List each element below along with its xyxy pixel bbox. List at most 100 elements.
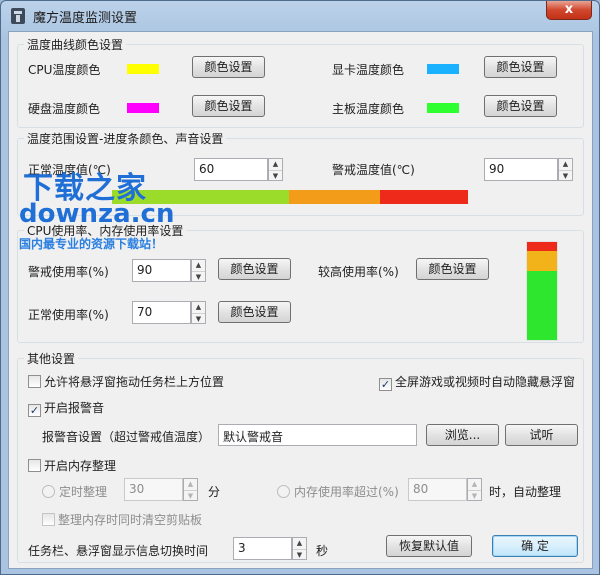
usage-bar-normal-segment bbox=[527, 271, 557, 340]
switch-interval-stepper[interactable]: 3 ▲ ▼ bbox=[233, 537, 308, 560]
mem-clean-label: 开启内存整理 bbox=[44, 459, 117, 473]
warn-temp-stepper[interactable]: 90 ▲ ▼ bbox=[484, 158, 574, 181]
close-button[interactable]: x bbox=[546, 1, 592, 20]
clear-clipboard-checkbox[interactable]: 整理内存时同时清空剪贴板 bbox=[42, 511, 202, 528]
warn-temp-spin-arrows[interactable]: ▲ ▼ bbox=[558, 158, 573, 181]
normal-usage-stepper[interactable]: 70 ▲ ▼ bbox=[132, 301, 207, 324]
allow-drag-checkbox-box[interactable] bbox=[28, 375, 41, 388]
usage-group-title: CPU使用率、内存使用率设置 bbox=[24, 222, 187, 239]
timed-clean-radio[interactable]: 定时整理 bbox=[42, 483, 107, 500]
spin-up-icon[interactable]: ▲ bbox=[184, 479, 197, 490]
disk-temp-color-label: 硬盘温度颜色 bbox=[28, 102, 101, 116]
close-icon: x bbox=[564, 2, 574, 17]
fullscreen-hide-checkbox[interactable]: ✓ 全屏游戏或视频时自动隐藏悬浮窗 bbox=[379, 373, 575, 391]
allow-drag-checkbox[interactable]: 允许将悬浮窗拖动任务栏上方位置 bbox=[28, 373, 224, 390]
switch-interval-label: 任务栏、悬浮窗显示信息切换时间 bbox=[28, 544, 209, 558]
high-usage-label: 较高使用率(%) bbox=[318, 265, 399, 279]
timed-clean-stepper[interactable]: 30 ▲ ▼ bbox=[124, 478, 199, 501]
warn-usage-input[interactable]: 90 bbox=[132, 259, 191, 282]
mem-over-radio-circle[interactable] bbox=[277, 485, 290, 498]
warn-usage-spin-arrows[interactable]: ▲ ▼ bbox=[191, 259, 206, 282]
normal-temp-stepper[interactable]: 60 ▲ ▼ bbox=[194, 158, 284, 181]
temp-range-group: 温度范围设置-进度条颜色、声音设置 正常温度值(℃) 60 ▲ ▼ 警戒温度值(… bbox=[17, 130, 584, 216]
normal-usage-color-button[interactable]: 颜色设置 bbox=[218, 301, 291, 323]
normal-temp-label: 正常温度值(℃) bbox=[28, 163, 111, 177]
disk-temp-color-button[interactable]: 颜色设置 bbox=[192, 95, 265, 117]
clear-clipboard-checkbox-box[interactable] bbox=[42, 513, 55, 526]
alarm-setting-label: 报警音设置（超过警戒值温度） bbox=[42, 430, 211, 444]
usage-color-bar bbox=[526, 241, 558, 341]
gpu-temp-color-button[interactable]: 颜色设置 bbox=[484, 56, 557, 78]
spin-up-icon[interactable]: ▲ bbox=[192, 260, 205, 271]
timed-clean-input[interactable]: 30 bbox=[124, 478, 183, 501]
board-temp-color-swatch bbox=[427, 103, 459, 113]
normal-temp-spin-arrows[interactable]: ▲ ▼ bbox=[268, 158, 283, 181]
ok-button[interactable]: 确 定 bbox=[492, 535, 578, 557]
alarm-checkbox-box[interactable]: ✓ bbox=[28, 404, 41, 417]
temp-bar-warn-segment bbox=[380, 190, 468, 204]
browse-button[interactable]: 浏览... bbox=[426, 424, 499, 446]
dialog-body: 温度曲线颜色设置 CPU温度颜色 颜色设置 显卡温度颜色 颜色设置 硬盘温度颜色… bbox=[8, 31, 593, 569]
usage-bar-warn-segment bbox=[527, 242, 557, 251]
timed-clean-spin-arrows[interactable]: ▲ ▼ bbox=[183, 478, 198, 501]
cpu-temp-color-label: CPU温度颜色 bbox=[28, 63, 101, 77]
timed-clean-label: 定时整理 bbox=[59, 485, 108, 499]
fullscreen-hide-checkbox-box[interactable]: ✓ bbox=[379, 378, 392, 391]
mem-over-label: 内存使用率超过(%) bbox=[294, 485, 399, 499]
spin-up-icon[interactable]: ▲ bbox=[559, 159, 572, 170]
disk-temp-color-swatch bbox=[127, 103, 159, 113]
spin-down-icon[interactable]: ▼ bbox=[192, 313, 205, 324]
spin-down-icon[interactable]: ▼ bbox=[184, 490, 197, 501]
normal-usage-input[interactable]: 70 bbox=[132, 301, 191, 324]
normal-temp-input[interactable]: 60 bbox=[194, 158, 268, 181]
other-settings-group: 其他设置 允许将悬浮窗拖动任务栏上方位置 ✓ 全屏游戏或视频时自动隐藏悬浮窗 ✓ 开… bbox=[17, 350, 584, 563]
mem-over-radio[interactable]: 内存使用率超过(%) bbox=[277, 483, 399, 500]
curve-color-group-title: 温度曲线颜色设置 bbox=[24, 36, 127, 53]
spin-down-icon[interactable]: ▼ bbox=[192, 271, 205, 282]
spin-up-icon[interactable]: ▲ bbox=[293, 538, 306, 549]
cpu-temp-color-button[interactable]: 颜色设置 bbox=[192, 56, 265, 78]
fullscreen-hide-label: 全屏游戏或视频时自动隐藏悬浮窗 bbox=[395, 375, 576, 389]
temp-range-group-title: 温度范围设置-进度条颜色、声音设置 bbox=[24, 130, 227, 147]
alarm-sound-input[interactable]: 默认警戒音 bbox=[218, 424, 417, 446]
restore-defaults-button[interactable]: 恢复默认值 bbox=[386, 535, 472, 557]
mem-over-input[interactable]: 80 bbox=[408, 478, 467, 501]
board-temp-color-button[interactable]: 颜色设置 bbox=[484, 95, 557, 117]
switch-interval-spin-arrows[interactable]: ▲ ▼ bbox=[292, 537, 307, 560]
spin-down-icon[interactable]: ▼ bbox=[293, 549, 306, 560]
minutes-unit-label: 分 bbox=[208, 485, 221, 499]
board-temp-color-label: 主板温度颜色 bbox=[332, 102, 405, 116]
warn-usage-stepper[interactable]: 90 ▲ ▼ bbox=[132, 259, 207, 282]
warn-usage-color-button[interactable]: 颜色设置 bbox=[218, 258, 291, 280]
settings-window: 魔方温度监测设置 x 温度曲线颜色设置 CPU温度颜色 颜色设置 显卡温度颜色 … bbox=[0, 0, 600, 575]
spin-up-icon[interactable]: ▲ bbox=[269, 159, 282, 170]
high-usage-color-button[interactable]: 颜色设置 bbox=[416, 258, 489, 280]
allow-drag-label: 允许将悬浮窗拖动任务栏上方位置 bbox=[44, 375, 225, 389]
auto-clean-suffix-label: 时，自动整理 bbox=[489, 485, 562, 499]
warn-temp-input[interactable]: 90 bbox=[484, 158, 558, 181]
timed-clean-radio-circle[interactable] bbox=[42, 485, 55, 498]
warn-temp-label: 警戒温度值(℃) bbox=[332, 163, 415, 177]
test-sound-button[interactable]: 试听 bbox=[505, 424, 578, 446]
mem-over-stepper[interactable]: 80 ▲ ▼ bbox=[408, 478, 483, 501]
other-settings-group-title: 其他设置 bbox=[24, 350, 79, 367]
spin-up-icon[interactable]: ▲ bbox=[192, 302, 205, 313]
alarm-checkbox[interactable]: ✓ 开启报警音 bbox=[28, 399, 104, 417]
title-bar[interactable]: 魔方温度监测设置 x bbox=[1, 1, 599, 31]
spin-up-icon[interactable]: ▲ bbox=[468, 479, 481, 490]
temp-bar-normal-segment bbox=[112, 190, 289, 204]
window-title: 魔方温度监测设置 bbox=[33, 11, 138, 26]
gpu-temp-color-label: 显卡温度颜色 bbox=[332, 63, 405, 77]
seconds-unit-label: 秒 bbox=[316, 544, 329, 558]
spin-down-icon[interactable]: ▼ bbox=[559, 170, 572, 181]
switch-interval-input[interactable]: 3 bbox=[233, 537, 292, 560]
spin-down-icon[interactable]: ▼ bbox=[269, 170, 282, 181]
mem-clean-checkbox-box[interactable] bbox=[28, 459, 41, 472]
mem-clean-checkbox[interactable]: 开启内存整理 bbox=[28, 457, 116, 474]
app-icon bbox=[11, 8, 25, 24]
usage-bar-high-segment bbox=[527, 251, 557, 271]
normal-usage-spin-arrows[interactable]: ▲ ▼ bbox=[191, 301, 206, 324]
mem-over-spin-arrows[interactable]: ▲ ▼ bbox=[467, 478, 482, 501]
temp-color-bar bbox=[112, 190, 468, 204]
spin-down-icon[interactable]: ▼ bbox=[468, 490, 481, 501]
